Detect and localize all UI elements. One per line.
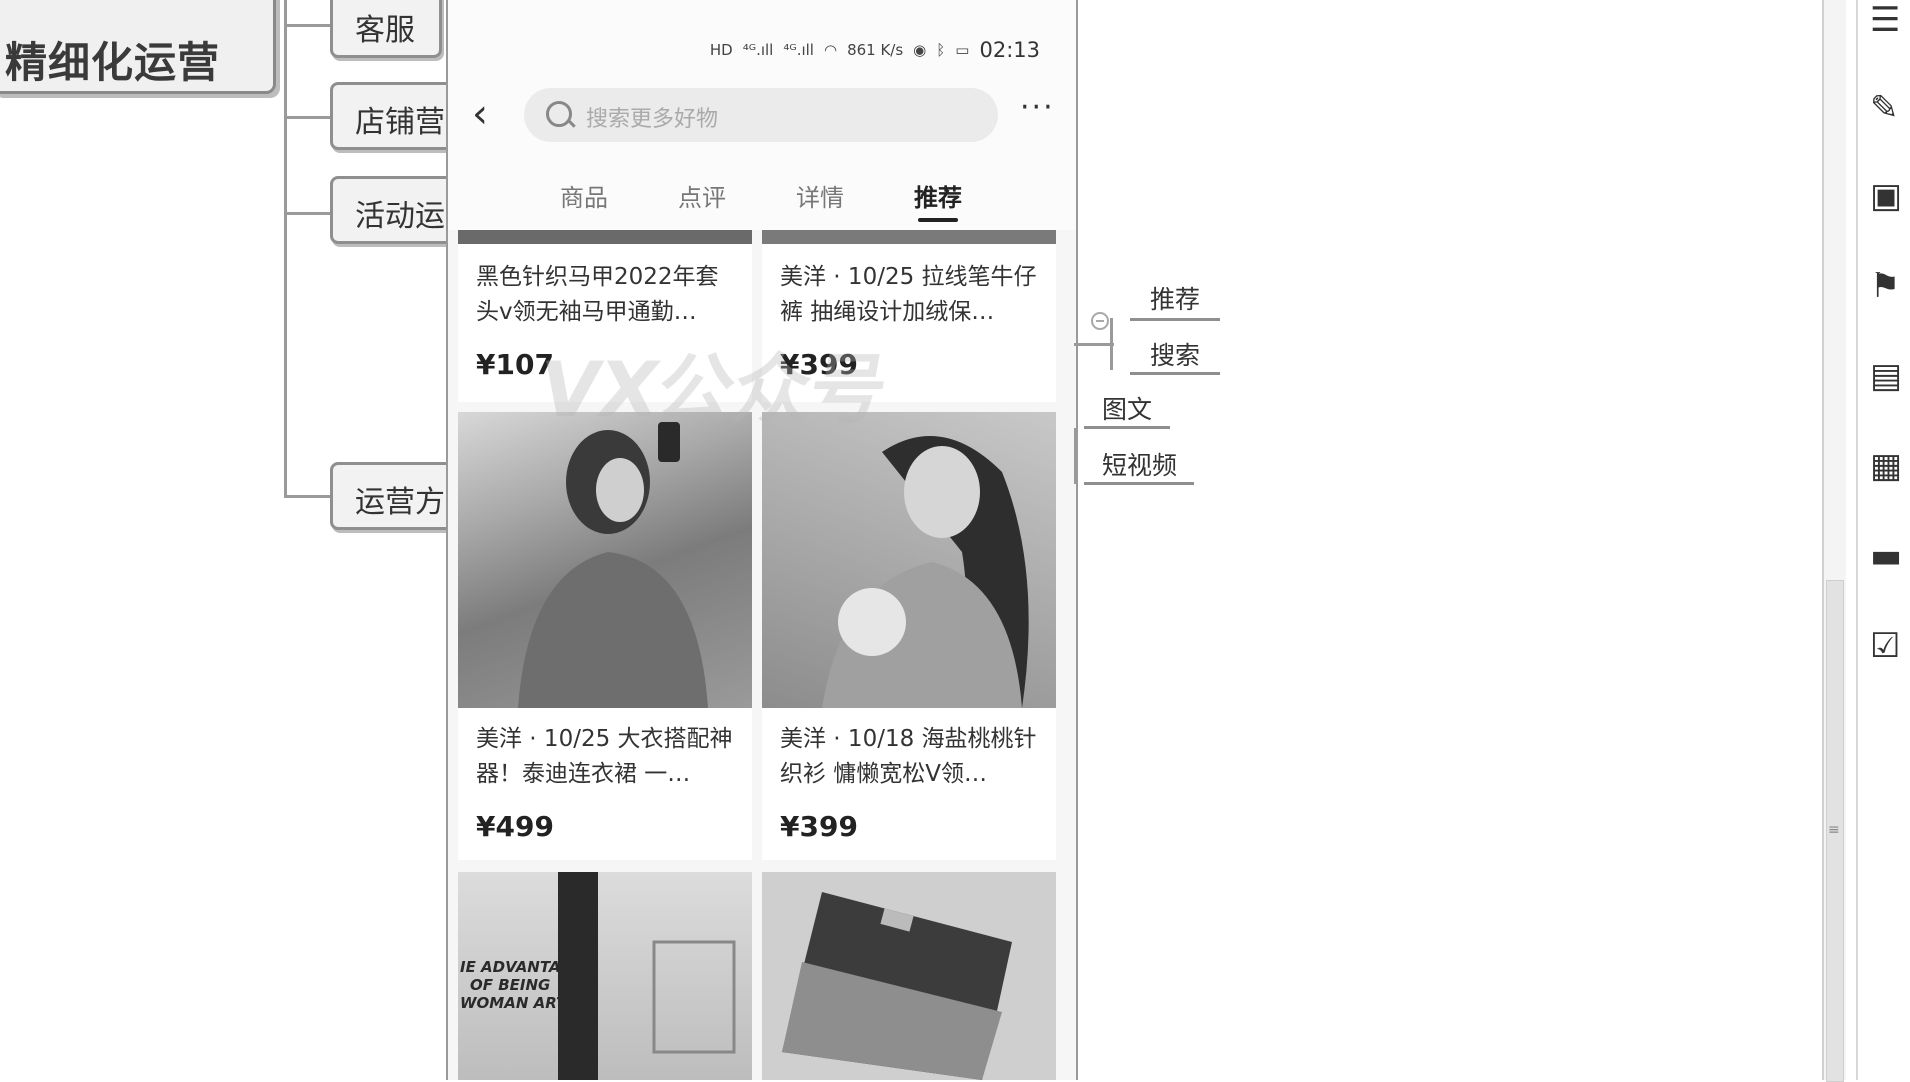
signal-icon: ⁴ᴳ.ıll (742, 41, 774, 59)
product-image (762, 872, 1056, 1080)
signal-icon: ⁴ᴳ.ıll (783, 41, 814, 59)
tab-details[interactable]: 详情 (796, 178, 844, 213)
product-title: 黑色针织马甲2022年套头v领无袖马甲通勤… (476, 264, 719, 325)
back-arrow-icon[interactable]: ‹ (472, 94, 488, 134)
connector-line (1110, 318, 1113, 370)
structure-icon[interactable]: ☰ (1870, 0, 1900, 40)
product-card[interactable]: IE ADVANTAGES OF BEING WOMAN ARTIST (458, 872, 752, 1080)
node-underline (1130, 372, 1220, 375)
search-icon (546, 101, 572, 127)
node-label: 运营方 (355, 485, 445, 520)
connector-line (284, 116, 330, 119)
connector-line (284, 0, 287, 495)
comment-icon[interactable]: ▬ (1870, 536, 1902, 576)
svg-text:WOMAN ARTIST: WOMAN ARTIST (460, 994, 595, 1012)
eye-icon: ◉ (913, 41, 927, 59)
more-options-icon[interactable]: ··· (1020, 93, 1055, 123)
node-label: 店铺营 (355, 105, 445, 140)
svg-text:IE ADVANTAGES: IE ADVANTAGES (460, 958, 594, 976)
product-image (762, 412, 1056, 708)
product-card[interactable]: 美洋 · 10/25 大衣搭配神器！泰迪连衣裙 一… ¥499 (458, 412, 752, 860)
tab-goods[interactable]: 商品 (560, 178, 608, 213)
product-card[interactable] (762, 872, 1056, 1080)
mindmap-node-operation-method[interactable]: 运营方 (330, 462, 460, 530)
woman-selfie-image (518, 422, 708, 708)
notes-icon[interactable]: ▦ (1870, 446, 1902, 486)
watermark: VX公众号 (533, 345, 895, 434)
node-underline (1084, 426, 1170, 429)
search-input[interactable]: 搜索更多好物 (524, 88, 998, 142)
connector-line (1074, 428, 1077, 484)
product-price: ¥399 (780, 810, 858, 843)
svg-text:OF BEING: OF BEING (470, 976, 550, 994)
product-image (458, 230, 752, 244)
hd-signal-icon: HD (709, 41, 733, 59)
node-underline (1130, 318, 1220, 321)
search-placeholder: 搜索更多好物 (586, 107, 719, 132)
connector-line (284, 495, 330, 498)
net-speed: 861 K/s (847, 41, 904, 59)
scrollbar-grip-icon: ≡ (1828, 822, 1840, 838)
mindmap-root-label: 精细化运营 (5, 38, 221, 87)
status-bar: HD ⁴ᴳ.ıll ⁴ᴳ.ıll ◠ 861 K/s ◉ ᛒ ▭ 02:13 (710, 38, 1040, 62)
app-header: HD ⁴ᴳ.ıll ⁴ᴳ.ıll ◠ 861 K/s ◉ ᛒ ▭ 02:13 ‹… (448, 0, 1076, 230)
magazine-image: IE ADVANTAGES OF BEING WOMAN ARTIST (460, 872, 736, 1080)
mindmap-node-activity-operation[interactable]: 活动运 (330, 176, 460, 244)
tab-reviews[interactable]: 点评 (678, 178, 726, 213)
product-card[interactable]: 美洋 · 10/18 海盐桃桃针织衫 慵懒宽松V领… ¥399 (762, 412, 1056, 860)
node-label: 活动运 (355, 199, 445, 234)
product-title: 美洋 · 10/18 海盐桃桃针织衫 慵懒宽松V领… (780, 726, 1037, 787)
mindmap-node-store-operation[interactable]: 店铺营 (330, 82, 460, 150)
connector-line (284, 212, 330, 215)
node-underline (1084, 482, 1194, 485)
product-image (458, 412, 752, 708)
flag-icon[interactable]: ⚑ (1870, 266, 1900, 306)
mindmap-node-image-text[interactable]: 图文 (1102, 390, 1152, 426)
status-time: 02:13 (979, 38, 1040, 62)
product-price: ¥499 (476, 810, 554, 843)
product-title: 美洋 · 10/25 大衣搭配神器！泰迪连衣裙 一… (476, 726, 733, 787)
task-icon[interactable]: ☑ (1870, 626, 1900, 666)
active-tab-indicator (918, 218, 958, 222)
collapse-toggle-icon[interactable] (1091, 312, 1109, 330)
product-image: IE ADVANTAGES OF BEING WOMAN ARTIST (458, 872, 752, 1080)
product-image (762, 230, 1056, 244)
product-title: 美洋 · 10/25 拉线笔牛仔裤 抽绳设计加绒保… (780, 264, 1037, 325)
battery-icon: ▭ (955, 41, 970, 59)
mindmap-node-customer-service[interactable]: 客服 (330, 0, 442, 58)
wifi-icon: ◠ (823, 41, 838, 59)
image-icon[interactable]: ▣ (1870, 176, 1902, 216)
bluetooth-icon: ᛒ (936, 41, 946, 59)
tools-icon[interactable]: ✎ (1870, 88, 1899, 128)
tab-recommend[interactable]: 推荐 (914, 178, 962, 213)
connector-line (1074, 343, 1114, 346)
woman-portrait-image (822, 436, 1029, 708)
mindmap-node-recommend[interactable]: 推荐 (1150, 280, 1200, 316)
mindmap-node-short-video[interactable]: 短视频 (1102, 446, 1177, 482)
text-icon[interactable]: ▤ (1870, 356, 1902, 396)
tab-bar: 商品 点评 详情 推荐 (448, 178, 1076, 230)
node-label: 客服 (355, 13, 415, 48)
clothing-tags-image (782, 892, 1012, 1080)
mindmap-node-search[interactable]: 搜索 (1150, 336, 1200, 372)
mindmap-root-node[interactable]: 精细化运营 (0, 0, 276, 94)
connector-line (284, 24, 330, 27)
phone-screenshot: HD ⁴ᴳ.ıll ⁴ᴳ.ıll ◠ 861 K/s ◉ ᛒ ▭ 02:13 ‹… (446, 0, 1078, 1080)
